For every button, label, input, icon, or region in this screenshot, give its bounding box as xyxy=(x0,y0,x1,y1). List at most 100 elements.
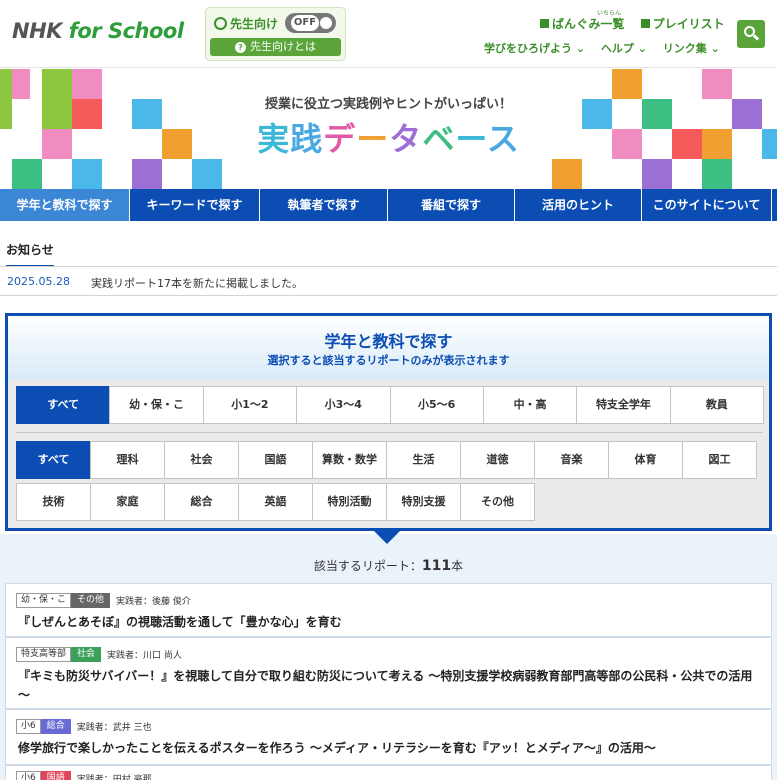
banner-title-char: 践 xyxy=(290,120,324,158)
report-card[interactable]: 小6 総合 実践者：武井 三也 修学旅行で楽しかったことを伝えるポスターを作ろう… xyxy=(5,709,772,765)
banner-title-char: ー xyxy=(455,120,487,158)
subject-filter-all[interactable]: すべて xyxy=(16,441,91,479)
teacher-mode-box: 先生向け OFF ? 先生向けとは xyxy=(205,7,346,61)
report-title: 『キミも防災サバイバー！』を視聴して自分で取り組む防災について考える ～特別支援… xyxy=(18,669,753,702)
report-card[interactable]: 小6 国語 実践者：田村 豪那 xyxy=(5,765,772,780)
report-card[interactable]: 幼・保・こ その他 実践者：後藤 俊介 『しぜんとあそぼ』の視聴活動を通して「豊… xyxy=(5,583,772,637)
toggle-knob xyxy=(320,17,332,29)
subject-filter-social[interactable]: 社会 xyxy=(164,441,239,479)
subject-filter-row-1: すべて 理科 社会 国語 算数・数学 生活 道徳 音楽 体育 図工 xyxy=(16,441,763,479)
subject-filter-science[interactable]: 理科 xyxy=(90,441,165,479)
grade-filter-special-all[interactable]: 特支全学年 xyxy=(576,386,671,424)
subject-filter-pe[interactable]: 体育 xyxy=(608,441,683,479)
toggle-state-text: OFF xyxy=(291,15,319,31)
teacher-about-label: 先生向けとは xyxy=(250,40,316,53)
subject-filter-life[interactable]: 生活 xyxy=(386,441,461,479)
grade-tag: 特支高等部 xyxy=(16,647,72,662)
logo-main-text: NHK xyxy=(12,19,69,43)
play-square-icon xyxy=(640,19,650,28)
filter-divider xyxy=(16,432,763,433)
grade-filter-teacher[interactable]: 教員 xyxy=(669,386,764,424)
banner-title-char: 実 xyxy=(257,120,291,158)
subject-filter-special-support[interactable]: 特別支援 xyxy=(386,483,461,521)
grade-filter-elem-1-2[interactable]: 小1〜2 xyxy=(202,386,298,424)
subject-filter-math[interactable]: 算数・数学 xyxy=(312,441,387,479)
playlist-label: プレイリスト xyxy=(652,17,725,31)
banner-tile xyxy=(192,159,222,189)
nav-tab-author[interactable]: 執筆者で探す xyxy=(260,189,388,221)
nhk-for-school-logo[interactable]: NHK for School xyxy=(12,19,184,43)
banner-tile xyxy=(552,159,582,189)
subject-filter-row-2: 技術 家庭 総合 英語 特別活動 特別支援 その他 xyxy=(16,483,763,521)
banner-title-char: タ xyxy=(389,120,423,158)
subject-filter-english[interactable]: 英語 xyxy=(238,483,313,521)
report-card[interactable]: 特支高等部 社会 実践者：川口 尚人 『キミも防災サバイバー！』を視聴して自分で… xyxy=(5,637,772,709)
grade-filter-preschool[interactable]: 幼・保・こ xyxy=(109,386,204,424)
teacher-icon xyxy=(214,17,227,30)
search-icon-handle xyxy=(752,34,760,41)
result-count: 該当するリポート：111本 xyxy=(0,557,777,574)
report-tags: 幼・保・こ その他 実践者：後藤 俊介 xyxy=(16,593,191,608)
grade-tag: 小6 xyxy=(16,771,41,780)
question-icon: ? xyxy=(235,42,246,53)
subject-filter-home[interactable]: 家庭 xyxy=(90,483,165,521)
grade-tag: 幼・保・こ xyxy=(16,593,72,608)
grade-filter-row: すべて 幼・保・こ 小1〜2 小3〜4 小5〜6 中・高 特支全学年 教員 xyxy=(16,386,764,424)
learn-more-menu[interactable]: 学びをひろげよう ⌄ xyxy=(484,42,585,55)
report-tags: 小6 総合 実践者：武井 三也 xyxy=(16,719,152,734)
subject-tag: その他 xyxy=(71,593,111,608)
banner-tile xyxy=(702,159,732,189)
nav-tab-about[interactable]: このサイトについて xyxy=(642,189,772,221)
notice-text: 実践リポート17本を新たに掲載しました。 xyxy=(91,277,303,290)
hero-banner: 授業に役立つ実践例やヒントがいっぱい！ 実践データベース xyxy=(0,69,777,189)
logo-accent-text: for School xyxy=(68,19,184,43)
notice-heading: お知らせ xyxy=(6,241,54,267)
notice-date: 2025.05.28 xyxy=(7,275,70,288)
teacher-mode-label: 先生向け xyxy=(214,15,278,32)
play-square-icon xyxy=(540,19,549,28)
teacher-about-button[interactable]: ? 先生向けとは xyxy=(210,38,341,56)
grade-filter-elem-3-4[interactable]: 小3〜4 xyxy=(296,386,391,424)
subject-filter-moral[interactable]: 道徳 xyxy=(460,441,535,479)
subject-filter-technology[interactable]: 技術 xyxy=(16,483,91,521)
subject-filter-special-activities[interactable]: 特別活動 xyxy=(312,483,387,521)
banner-title-char: ー xyxy=(356,120,390,158)
nav-tab-hints[interactable]: 活用のヒント xyxy=(515,189,642,221)
nav-tab-keyword[interactable]: キーワードで探す xyxy=(130,189,260,221)
banner-title-char: ベ xyxy=(422,120,456,158)
banner-title: 実践データベース xyxy=(0,114,777,160)
result-count-suffix: 本 xyxy=(451,559,464,573)
subject-filter-art[interactable]: 図工 xyxy=(682,441,757,479)
help-menu[interactable]: ヘルプ ⌄ xyxy=(601,42,647,55)
banner-tile xyxy=(642,159,672,189)
subject-tag: 社会 xyxy=(71,647,102,662)
links-menu[interactable]: リンク集 ⌄ xyxy=(663,42,720,55)
nav-tab-program[interactable]: 番組で探す xyxy=(388,189,515,221)
report-author: 実践者：川口 尚人 xyxy=(107,651,182,661)
grade-filter-all[interactable]: すべて xyxy=(16,386,111,424)
program-list-label: ばんぐみ一覧 xyxy=(552,17,625,31)
report-author: 実践者：田村 豪那 xyxy=(76,775,152,780)
search-button[interactable] xyxy=(737,20,765,48)
filter-subtitle: 選択すると該当するリポートのみが表示されます xyxy=(267,354,510,367)
banner-tile xyxy=(72,159,102,189)
report-author: 実践者：後藤 俊介 xyxy=(116,597,191,607)
result-count-prefix: 該当するリポート： xyxy=(313,559,422,573)
teacher-mode-toggle[interactable]: OFF xyxy=(285,13,336,33)
site-header: NHK for School 先生向け OFF ? 先生向けとは いちらん ばんぐ… xyxy=(0,0,777,68)
grade-tag: 小6 xyxy=(16,719,41,734)
nav-tab-grade-subject[interactable]: 学年と教科で探す xyxy=(0,189,130,221)
report-title: 『しぜんとあそぼ』の視聴活動を通して「豊かな心」を育む xyxy=(18,615,342,629)
subject-filter-integrated[interactable]: 総合 xyxy=(164,483,239,521)
notice-item[interactable]: 2025.05.28 実践リポート17本を新たに掲載しました。 xyxy=(0,267,777,296)
subject-filter-music[interactable]: 音楽 xyxy=(534,441,609,479)
playlist-link[interactable]: プレイリスト xyxy=(640,17,725,31)
program-list-link[interactable]: ばんぐみ一覧 xyxy=(540,17,624,31)
subject-filter-japanese[interactable]: 国語 xyxy=(238,441,313,479)
subject-filter-other[interactable]: その他 xyxy=(460,483,535,521)
grade-filter-elem-5-6[interactable]: 小5〜6 xyxy=(389,386,484,424)
grade-filter-junior-senior[interactable]: 中・高 xyxy=(482,386,578,424)
result-count-number: 111 xyxy=(421,558,452,574)
filter-arrow-icon xyxy=(373,530,401,544)
subject-tag: 国語 xyxy=(40,771,71,780)
